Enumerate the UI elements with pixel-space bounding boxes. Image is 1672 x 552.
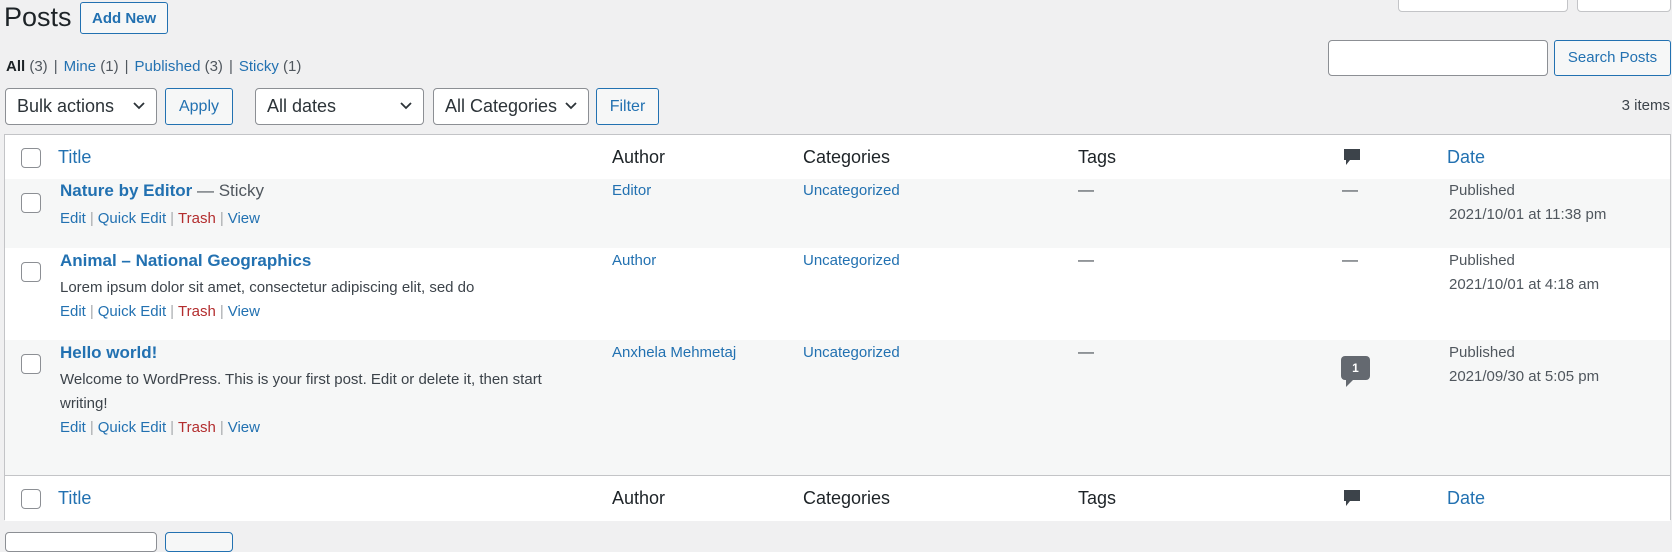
tags-value: —: [1078, 252, 1094, 269]
comment-count-bubble[interactable]: 1: [1341, 356, 1370, 387]
column-date[interactable]: Date: [1447, 486, 1485, 510]
trash-link[interactable]: Trash: [178, 303, 216, 320]
bubble-tail-icon: [1346, 379, 1354, 387]
date-cell: Published 2021/10/01 at 11:38 pm: [1449, 179, 1606, 227]
screen-options-tab[interactable]: [1398, 0, 1568, 12]
row-actions: Edit | Quick Edit | Trash | View: [60, 210, 260, 227]
category-link[interactable]: Uncategorized: [803, 249, 900, 273]
view-all[interactable]: All (3): [6, 58, 48, 75]
dates-select[interactable]: All dates: [255, 88, 424, 125]
search-posts-button[interactable]: Search Posts: [1554, 40, 1671, 76]
post-excerpt: Lorem ipsum dolor sit amet, consectetur …: [60, 279, 475, 296]
post-status: Published: [1449, 344, 1515, 361]
apply-button-bottom[interactable]: [165, 532, 233, 552]
categories-select[interactable]: All Categories: [433, 88, 589, 125]
date-cell: Published 2021/09/30 at 5:05 pm: [1449, 341, 1599, 389]
column-title[interactable]: Title: [58, 145, 91, 169]
view-mine[interactable]: Mine (1): [64, 58, 119, 75]
trash-link[interactable]: Trash: [178, 210, 216, 227]
post-excerpt: Welcome to WordPress. This is your first…: [60, 371, 542, 412]
items-count: 3 items: [1621, 97, 1670, 114]
column-author: Author: [612, 488, 666, 508]
posts-table: Title Author Categories Tags Date Nature…: [4, 134, 1671, 521]
author-link[interactable]: Author: [612, 249, 656, 273]
category-link[interactable]: Uncategorized: [803, 341, 900, 365]
table-footer: Title Author Categories Tags Date: [5, 475, 1670, 521]
view-link[interactable]: View: [228, 419, 260, 436]
post-state: — Sticky: [192, 181, 265, 200]
row-checkbox[interactable]: [21, 262, 41, 282]
row-actions: Edit | Quick Edit | Trash | View: [60, 303, 260, 320]
post-date: 2021/10/01 at 11:38 pm: [1449, 206, 1607, 223]
post-status-views: All (3) | Mine (1) | Published (3) | Sticky (1…: [6, 58, 302, 75]
post-status: Published: [1449, 252, 1515, 269]
column-tags: Tags: [1078, 488, 1117, 508]
view-published[interactable]: Published (3): [135, 58, 223, 75]
chevron-down-icon: [565, 102, 577, 110]
author-link[interactable]: Editor: [612, 179, 651, 203]
bulk-actions-select-bottom[interactable]: [5, 532, 157, 552]
view-link[interactable]: View: [228, 303, 260, 320]
apply-button[interactable]: Apply: [165, 88, 233, 125]
chevron-down-icon: [400, 102, 412, 110]
chevron-down-icon: [133, 102, 145, 110]
comments-value: —: [1342, 182, 1358, 199]
view-sticky[interactable]: Sticky (1): [239, 58, 302, 75]
row-checkbox[interactable]: [21, 354, 41, 374]
author-link[interactable]: Anxhela Mehmetaj: [612, 341, 736, 365]
tags-value: —: [1078, 182, 1094, 199]
table-row: Hello world! Welcome to WordPress. This …: [5, 340, 1670, 475]
row-actions: Edit | Quick Edit | Trash | View: [60, 419, 260, 436]
quick-edit-link[interactable]: Quick Edit: [98, 419, 166, 436]
column-tags: Tags: [1078, 147, 1117, 167]
post-title-link[interactable]: Nature by Editor: [60, 181, 192, 200]
filter-button[interactable]: Filter: [596, 88, 659, 125]
table-row: Animal – National Geographics Lorem ipsu…: [5, 248, 1670, 340]
help-tab[interactable]: [1577, 0, 1671, 12]
row-checkbox[interactable]: [21, 193, 41, 213]
column-author: Author: [612, 147, 666, 167]
date-cell: Published 2021/10/01 at 4:18 am: [1449, 249, 1599, 297]
edit-link[interactable]: Edit: [60, 210, 86, 227]
post-title-link[interactable]: Animal – National Geographics: [60, 251, 311, 270]
post-date: 2021/10/01 at 4:18 am: [1449, 276, 1600, 293]
edit-link[interactable]: Edit: [60, 419, 86, 436]
post-title-cell: Nature by Editor — Sticky: [60, 179, 264, 204]
edit-link[interactable]: Edit: [60, 303, 86, 320]
post-title-link[interactable]: Hello world!: [60, 343, 157, 362]
post-title-cell: Hello world!: [60, 341, 157, 366]
table-header: Title Author Categories Tags Date: [5, 135, 1670, 180]
column-categories: Categories: [803, 147, 891, 167]
trash-link[interactable]: Trash: [178, 419, 216, 436]
page-title: Posts: [4, 2, 72, 32]
column-categories: Categories: [803, 488, 891, 508]
comment-icon[interactable]: [1342, 147, 1362, 167]
column-date[interactable]: Date: [1447, 145, 1485, 169]
comments-value: —: [1342, 252, 1358, 269]
view-link[interactable]: View: [228, 210, 260, 227]
quick-edit-link[interactable]: Quick Edit: [98, 303, 166, 320]
bulk-actions-select[interactable]: Bulk actions: [5, 88, 157, 125]
post-title-cell: Animal – National Geographics: [60, 249, 311, 274]
search-input[interactable]: [1328, 40, 1548, 76]
select-all-checkbox-footer[interactable]: [21, 489, 41, 509]
comment-icon[interactable]: [1342, 488, 1362, 508]
quick-edit-link[interactable]: Quick Edit: [98, 210, 166, 227]
add-new-button[interactable]: Add New: [80, 2, 169, 34]
category-link[interactable]: Uncategorized: [803, 179, 900, 203]
post-status: Published: [1449, 182, 1515, 199]
post-date: 2021/09/30 at 5:05 pm: [1449, 368, 1600, 385]
select-all-checkbox[interactable]: [21, 148, 41, 168]
column-title[interactable]: Title: [58, 486, 91, 510]
table-row: Nature by Editor — Sticky Edit | Quick Edi…: [5, 179, 1670, 248]
tags-value: —: [1078, 344, 1094, 361]
